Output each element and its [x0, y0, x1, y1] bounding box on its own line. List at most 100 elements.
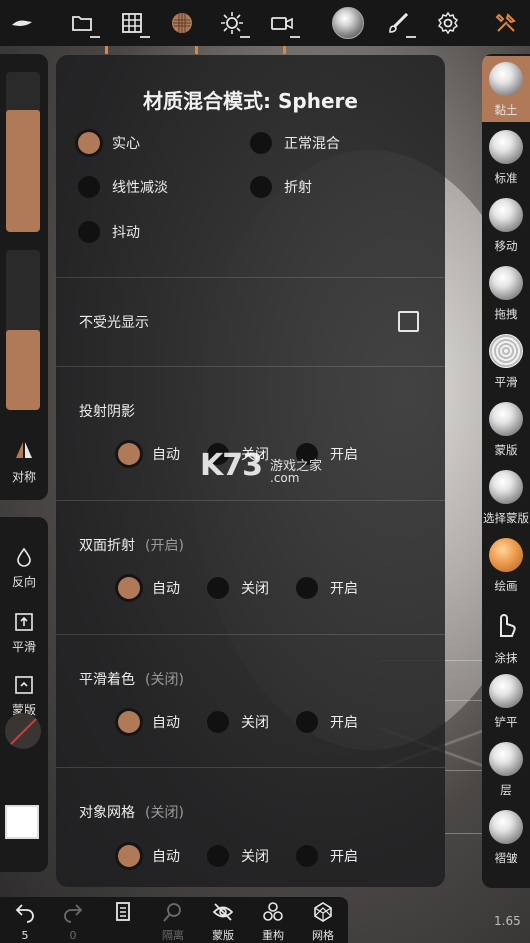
option-label: 关闭 — [241, 581, 269, 597]
blend-option-solid[interactable]: 实心 — [78, 132, 140, 154]
remesh-icon — [263, 902, 283, 921]
undo-button[interactable]: 5 — [0, 901, 50, 943]
double-refraction-auto[interactable]: 自动 — [118, 577, 180, 599]
tool-select-mask[interactable]: 选择蒙版 — [482, 464, 530, 530]
remesh-button[interactable]: 重构 — [248, 901, 298, 943]
folder-icon[interactable] — [64, 6, 100, 40]
tool-smudge[interactable]: 涂抹 — [482, 600, 530, 666]
smooth-button[interactable]: 平滑 — [0, 612, 48, 655]
tool-clay[interactable]: 黏土 — [482, 56, 530, 122]
invert-label: 反向 — [11, 575, 36, 589]
option-label: 折射 — [284, 180, 312, 196]
option-label: 关闭 — [241, 849, 269, 865]
menu-icon[interactable] — [4, 6, 40, 40]
intensity-slider[interactable] — [6, 250, 40, 410]
tool-label: 层 — [500, 783, 512, 797]
mask-button[interactable]: 蒙版 — [0, 675, 48, 718]
color-picker-circle[interactable] — [5, 713, 41, 749]
hide-icon — [212, 903, 234, 921]
radio-selected — [118, 845, 140, 867]
isolate-label: 隔离 — [162, 929, 184, 942]
radio — [78, 176, 100, 198]
radius-slider[interactable] — [6, 72, 40, 232]
wireframe-button[interactable]: 网格 — [298, 901, 348, 943]
symmetry-label: 对称 — [11, 470, 36, 484]
hide-button[interactable]: 蒙版 — [198, 901, 248, 943]
invert-button[interactable]: 反向 — [0, 547, 48, 590]
blend-option-refraction[interactable]: 折射 — [250, 176, 312, 198]
radio — [296, 845, 318, 867]
tool-drag[interactable]: 拖拽 — [482, 260, 530, 326]
radius-slider-fill — [6, 110, 40, 232]
smooth-shading-off[interactable]: 关闭 — [207, 711, 269, 733]
blend-option-normal[interactable]: 正常混合 — [250, 132, 340, 154]
redo-button[interactable]: 0 — [48, 901, 98, 943]
object-wireframe-off[interactable]: 关闭 — [207, 845, 269, 867]
tool-standard[interactable]: 标准 — [482, 124, 530, 190]
smooth-shading-on[interactable]: 开启 — [296, 711, 358, 733]
standard-icon — [489, 130, 523, 164]
radio — [78, 221, 100, 243]
option-label: 正常混合 — [284, 136, 340, 152]
tool-flatten[interactable]: 铲平 — [482, 668, 530, 734]
smooth-label: 平滑 — [11, 640, 36, 654]
wireframe-label: 网格 — [312, 929, 334, 942]
blend-option-dither[interactable]: 抖动 — [78, 221, 140, 243]
cast-shadow-auto[interactable]: 自动 — [118, 443, 180, 465]
tool-mask[interactable]: 蒙版 — [482, 396, 530, 462]
hide-label: 蒙版 — [212, 929, 234, 942]
gizmo-mark — [283, 46, 286, 54]
intensity-slider-fill — [6, 330, 40, 410]
matcap-icon[interactable] — [330, 6, 366, 40]
history-button[interactable] — [98, 901, 148, 943]
mask-icon — [15, 676, 33, 694]
dialog-title: 材质混合模式: Sphere — [143, 89, 358, 113]
settings-icon[interactable] — [430, 6, 466, 40]
option-label: 开启 — [330, 581, 358, 597]
tool-label: 褶皱 — [494, 851, 518, 865]
symmetry-button[interactable]: 对称 — [0, 440, 48, 492]
option-label: 自动 — [152, 715, 180, 731]
tool-smooth[interactable]: 平滑 — [482, 328, 530, 394]
grid-icon[interactable] — [114, 6, 150, 40]
camera-icon[interactable] — [264, 6, 300, 40]
tool-move[interactable]: 移动 — [482, 192, 530, 258]
isolate-button[interactable]: 隔离 — [148, 901, 198, 943]
symmetry-icon — [16, 442, 32, 458]
tool-crease[interactable]: 褶皱 — [482, 804, 530, 870]
blend-option-linear-dodge[interactable]: 线性减淡 — [78, 176, 168, 198]
radio-selected — [118, 577, 140, 599]
color-swatch[interactable] — [5, 805, 39, 839]
radio — [296, 711, 318, 733]
double-refraction-off[interactable]: 关闭 — [207, 577, 269, 599]
left-slider-panel: 对称 — [0, 54, 48, 500]
tool-label: 标准 — [494, 171, 518, 185]
divider — [56, 767, 445, 768]
smooth-shading-title: 平滑着色 (关闭) — [79, 672, 184, 688]
light-icon[interactable] — [214, 6, 250, 40]
object-wireframe-auto[interactable]: 自动 — [118, 845, 180, 867]
section-status: (开启) — [145, 538, 184, 554]
tool-layer[interactable]: 层 — [482, 736, 530, 802]
layer-icon — [489, 742, 523, 776]
unlit-checkbox[interactable] — [398, 311, 419, 332]
redo-count: 0 — [69, 929, 77, 942]
radio — [207, 577, 229, 599]
tool-label: 绘画 — [494, 579, 518, 593]
mask-brush-icon — [489, 402, 523, 436]
tool-label: 移动 — [494, 239, 518, 253]
texture-icon[interactable] — [164, 6, 200, 40]
droplet-icon — [17, 547, 31, 567]
brush-icon[interactable] — [380, 6, 416, 40]
object-wireframe-on[interactable]: 开启 — [296, 845, 358, 867]
tool-label: 选择蒙版 — [483, 511, 529, 525]
wireframe-icon — [314, 902, 332, 922]
smooth-icon — [15, 613, 33, 631]
smooth-shading-auto[interactable]: 自动 — [118, 711, 180, 733]
double-refraction-on[interactable]: 开启 — [296, 577, 358, 599]
option-label: 自动 — [152, 447, 180, 463]
tool-paint[interactable]: 绘画 — [482, 532, 530, 598]
tools-icon[interactable] — [488, 6, 524, 40]
option-label: 开启 — [330, 447, 358, 463]
radio-selected — [118, 711, 140, 733]
